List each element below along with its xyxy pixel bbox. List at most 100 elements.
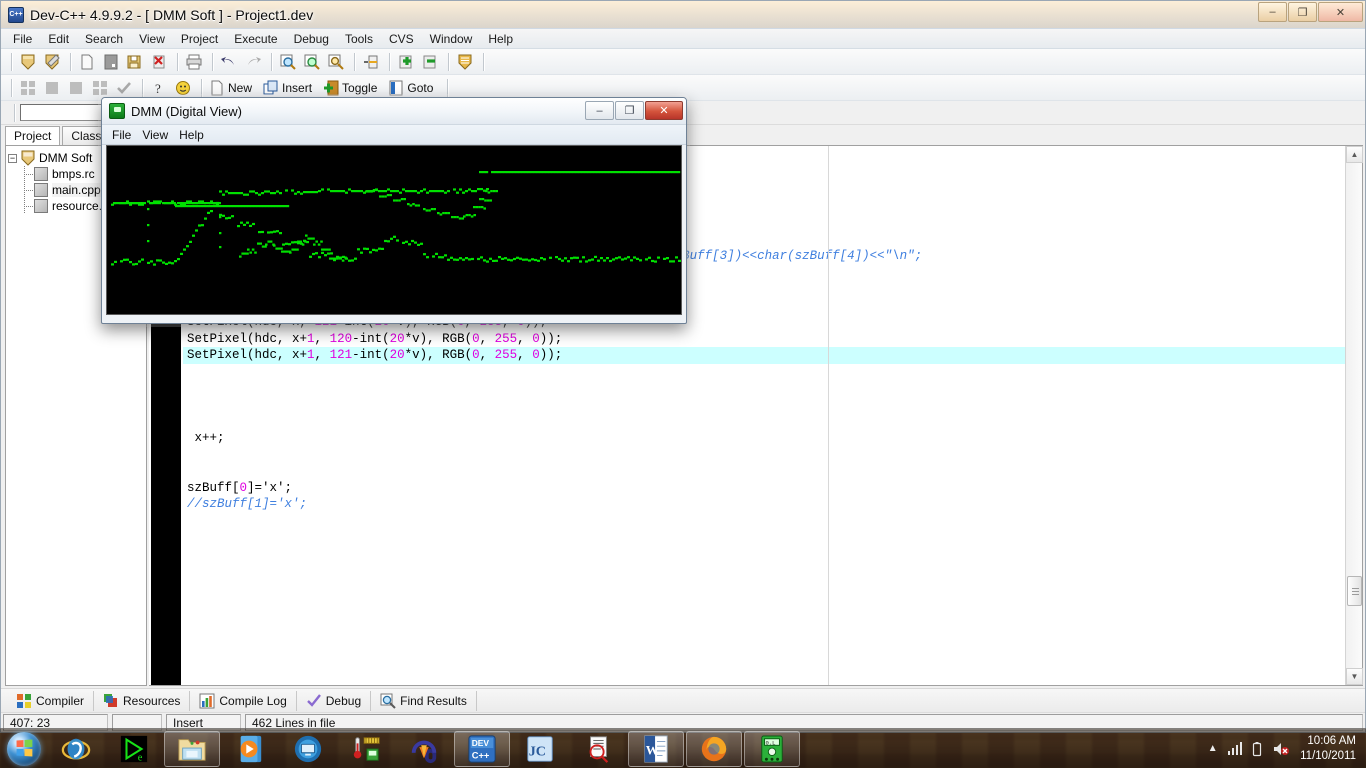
insert-button-label: Insert (282, 80, 313, 95)
code-line[interactable]: SetPixel(hdc, x+1, 121-int(20*v), RGB(0,… (183, 347, 1362, 364)
save-all-icon[interactable] (124, 51, 146, 73)
menu-project[interactable]: Project (173, 30, 226, 48)
redo-icon[interactable] (242, 51, 264, 73)
expander-toggle[interactable]: − (8, 153, 17, 163)
scroll-down-arrow[interactable]: ▼ (1346, 668, 1363, 685)
code-line[interactable] (183, 397, 1362, 414)
rebuild-all-icon[interactable] (113, 77, 135, 99)
tree-item-label: bmps.rc (52, 167, 95, 181)
show-hidden-icons-button[interactable]: ▲ (1208, 743, 1218, 754)
goto-line-icon[interactable] (360, 51, 382, 73)
battery-icon[interactable] (1252, 741, 1262, 757)
dmm-close-button[interactable]: ✕ (645, 101, 683, 120)
menu-help[interactable]: Help (480, 30, 521, 48)
dmm-menu-view[interactable]: View (142, 128, 179, 142)
dmm-plot-canvas[interactable] (106, 145, 682, 315)
taskbar-remote-desktop[interactable] (280, 731, 336, 767)
code-line[interactable] (183, 447, 1362, 464)
menu-tools[interactable]: Tools (337, 30, 381, 48)
taskbar-firefox[interactable] (686, 730, 742, 767)
scrollbar-thumb[interactable] (1347, 576, 1362, 606)
open-project-icon[interactable] (41, 51, 63, 73)
network-icon[interactable] (1227, 742, 1243, 755)
taskbar-word[interactable]: W (628, 730, 684, 767)
taskbar-devcpp[interactable]: DEV C++ (454, 730, 510, 767)
about-icon[interactable] (172, 77, 194, 99)
dmm-waveform-trace (111, 171, 681, 266)
clock[interactable]: 10:06 AM 11/10/2011 (1300, 734, 1356, 764)
toggle-button[interactable]: Toggle (321, 77, 384, 99)
tab-debug[interactable]: Debug (297, 690, 372, 711)
tab-compile-log[interactable]: Compile Log (190, 690, 297, 711)
taskbar-media-player-classic[interactable]: e (106, 731, 162, 767)
add-to-project-icon[interactable] (395, 51, 417, 73)
menu-search[interactable]: Search (77, 30, 131, 48)
minimize-button[interactable]: – (1258, 2, 1287, 22)
print-icon[interactable] (183, 51, 205, 73)
toolbar-divider (142, 78, 143, 97)
scroll-up-arrow[interactable]: ▲ (1346, 146, 1363, 163)
tab-resources[interactable]: Resources (94, 690, 191, 711)
taskbar-measure-tool[interactable] (338, 731, 394, 767)
compile-and-run-icon[interactable] (89, 77, 111, 99)
start-orb[interactable] (2, 731, 46, 767)
code-line[interactable] (183, 414, 1362, 431)
save-file-icon[interactable] (100, 51, 122, 73)
remove-from-project-icon[interactable] (419, 51, 441, 73)
find-next-icon[interactable] (301, 51, 323, 73)
tab-find-results[interactable]: Find Results (371, 690, 477, 711)
volume-muted-icon[interactable] (1272, 741, 1290, 757)
tab-project[interactable]: Project (5, 126, 61, 145)
dmm-minimize-button[interactable]: – (585, 101, 614, 120)
undo-icon[interactable] (218, 51, 240, 73)
taskbar-audacity[interactable] (396, 731, 452, 767)
goto-button-label: Goto (407, 80, 434, 95)
code-line[interactable] (183, 380, 1362, 397)
new-project-icon[interactable] (17, 51, 39, 73)
dmm-window[interactable]: DMM (Digital View) – ❐ ✕ File View Help (101, 97, 687, 324)
dmm-menu-file[interactable]: File (112, 128, 142, 142)
help-icon[interactable]: ? (148, 77, 170, 99)
close-file-icon[interactable] (148, 51, 170, 73)
stop-icon[interactable] (65, 77, 87, 99)
insert-button[interactable]: Insert (261, 77, 319, 99)
dmm-menu-help[interactable]: Help (179, 128, 215, 142)
compile-icon[interactable] (17, 77, 39, 99)
toolbar-divider (389, 52, 390, 71)
taskbar-windows-explorer[interactable] (164, 730, 220, 767)
replace-icon[interactable] (325, 51, 347, 73)
new-file-icon[interactable] (76, 51, 98, 73)
resources-icon (104, 693, 118, 707)
code-line[interactable]: szBuff[0]='x'; (183, 480, 1362, 497)
editor-vertical-scrollbar[interactable]: ▲ ▼ (1345, 146, 1363, 685)
menu-execute[interactable]: Execute (226, 30, 285, 48)
taskbar-magnifier[interactable] (570, 731, 626, 767)
menu-window[interactable]: Window (422, 30, 481, 48)
taskbar-dmm[interactable]: 0.L (744, 730, 800, 767)
goto-button[interactable]: Goto (386, 77, 440, 99)
tab-compiler[interactable]: Compiler (7, 690, 95, 711)
menu-file[interactable]: File (5, 30, 40, 48)
code-line[interactable]: x++; (183, 430, 1362, 447)
menu-view[interactable]: View (131, 30, 173, 48)
taskbar-jc[interactable]: JC (512, 731, 568, 767)
dmm-maximize-button[interactable]: ❐ (615, 101, 644, 120)
menu-debug[interactable]: Debug (286, 30, 337, 48)
find-icon[interactable] (277, 51, 299, 73)
taskbar-internet-explorer[interactable] (48, 731, 104, 767)
project-options-icon[interactable] (454, 51, 476, 73)
code-line[interactable]: //szBuff[1]='x'; (183, 496, 1362, 513)
taskbar-windows-media-player[interactable] (222, 731, 278, 767)
close-button[interactable]: ✕ (1318, 2, 1363, 22)
menu-cvs[interactable]: CVS (381, 30, 422, 48)
new-button[interactable]: New (207, 77, 259, 99)
code-line[interactable] (183, 364, 1362, 381)
restore-button[interactable]: ❐ (1288, 2, 1317, 22)
menu-edit[interactable]: Edit (40, 30, 77, 48)
code-token: ]='x'; (247, 480, 293, 495)
code-line[interactable] (183, 463, 1362, 480)
run-icon[interactable] (41, 77, 63, 99)
code-line[interactable]: SetPixel(hdc, x+1, 120-int(20*v), RGB(0,… (183, 331, 1362, 348)
taskbar: e DEV C++ JC W 0.L ▲ 10:06 AM 11/10/2011 (0, 728, 1366, 768)
code-token: *v), RGB( (404, 331, 473, 346)
